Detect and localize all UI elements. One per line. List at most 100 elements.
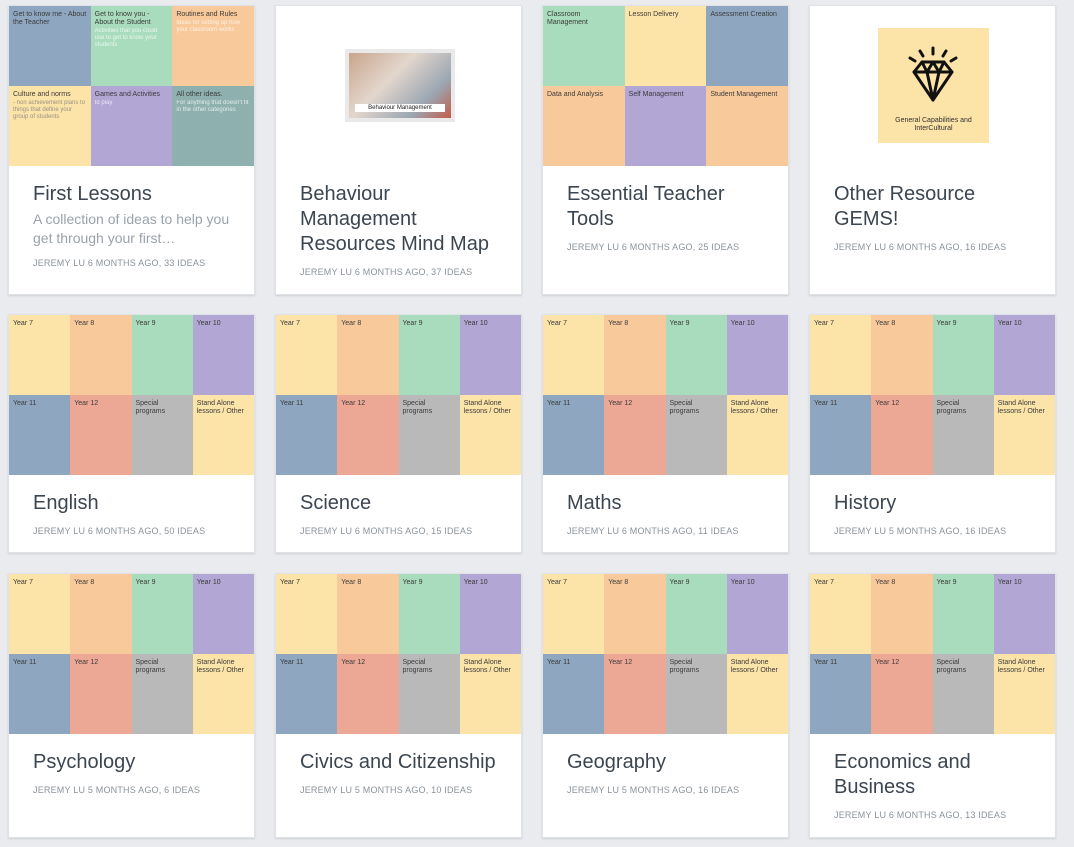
thumb-tile: Special programs (131, 654, 193, 734)
thumb-tile: Special programs (131, 395, 193, 475)
thumb-tile: Stand Alone lessons / Other (459, 395, 521, 475)
board-title: Psychology (33, 751, 136, 773)
board-meta: JEREMY LU 6 MONTHS AGO, 11 IDEAS (567, 526, 739, 536)
thumb-tile: Year 11 (9, 395, 71, 475)
board-card-science[interactable]: Year 7 Year 8 Year 9 Year 10 Year 11 Year 12 S… (275, 314, 522, 553)
board-meta: JEREMY LU 5 MONTHS AGO, 10 IDEAS (300, 785, 473, 795)
thumb-tile: Stand Alone lessons / Other (993, 395, 1055, 475)
board-title: Other Resource GEMS! (834, 183, 976, 230)
thumb-tile: Year 12 (337, 395, 399, 475)
thumb-tile: Year 12 (871, 395, 933, 475)
thumb-tile: Year 11 (810, 654, 872, 734)
thumb-tile: Data and Analysis (543, 86, 625, 166)
thumb-tile: Year 9 (131, 574, 193, 654)
thumb-tile: Year 9 (131, 315, 193, 395)
thumb-tile: Year 10 (459, 315, 521, 395)
thumb-tile: Year 7 (276, 315, 338, 395)
thumb-tile: Lesson Delivery (624, 6, 707, 86)
thumb-tile: Year 12 (337, 654, 399, 734)
thumb-tile: Year 8 (70, 315, 132, 395)
thumb-tile: Classroom Management (543, 6, 625, 86)
thumb-tile: Year 9 (932, 315, 994, 395)
board-meta: JEREMY LU 6 MONTHS AGO, 25 IDEAS (567, 242, 740, 252)
thumb-tile: Year 7 (810, 315, 872, 395)
board-title: Essential Teacher Tools (567, 183, 725, 230)
thumb-tile: Year 11 (810, 395, 872, 475)
thumb-tile: Year 8 (337, 315, 399, 395)
thumb-tile: Special programs (665, 395, 727, 475)
gems-image: General Capabilities and InterCultural (878, 28, 989, 143)
thumb-tile: Self Management (624, 86, 707, 166)
board-meta: JEREMY LU 6 MONTHS AGO, 37 IDEAS (300, 267, 473, 277)
board-card-maths[interactable]: Year 7 Year 8 Year 9 Year 10 Year 11 Year 12 S… (542, 314, 789, 553)
board-thumbnail: Year 7 Year 8 Year 9 Year 10 Year 11 Year 12 S… (276, 315, 521, 475)
thumb-tile: Year 12 (871, 654, 933, 734)
board-title: First Lessons (33, 183, 152, 205)
board-card-history[interactable]: Year 7 Year 8 Year 9 Year 10 Year 11 Year 12 S… (809, 314, 1056, 553)
thumb-tile: Year 9 (665, 574, 727, 654)
board-card-geography[interactable]: Year 7 Year 8 Year 9 Year 10 Year 11 Year 12 S… (542, 573, 789, 838)
board-description: A collection of ideas to help you get th… (33, 211, 230, 246)
thumb-tile: All other ideas. For anything that doesn'… (172, 86, 254, 166)
thumb-tile: Stand Alone lessons / Other (192, 654, 254, 734)
thumb-tile: Year 9 (932, 574, 994, 654)
board-card-essential-teacher-tools[interactable]: Classroom Management Lesson Delivery Ass… (542, 5, 789, 295)
thumb-tile: Year 9 (398, 574, 460, 654)
thumb-tile: Stand Alone lessons / Other (459, 654, 521, 734)
board-thumbnail: General Capabilities and InterCultural (810, 6, 1055, 166)
thumb-tile: Special programs (932, 654, 994, 734)
thumb-tile: Year 12 (70, 395, 132, 475)
board-thumbnail: Year 7 Year 8 Year 9 Year 10 Year 11 Year 12 S… (9, 315, 254, 475)
board-card-civics-and-citizenship[interactable]: Year 7 Year 8 Year 9 Year 10 Year 11 Year 12 S… (275, 573, 522, 838)
thumb-tile: Culture and norms - non achievement plans… (9, 86, 91, 166)
board-title: Civics and Citizenship (300, 751, 496, 773)
board-meta: JEREMY LU 5 MONTHS AGO, 6 IDEAS (33, 785, 201, 795)
board-meta: JEREMY LU 5 MONTHS AGO, 16 IDEAS (834, 526, 1007, 536)
board-card-psychology[interactable]: Year 7 Year 8 Year 9 Year 10 Year 11 Year 12 S… (8, 573, 255, 838)
thumb-tile: Year 7 (543, 574, 605, 654)
thumb-tile: Year 8 (871, 574, 933, 654)
board-card-first-lessons[interactable]: Get to know me - About the Teacher Get t… (8, 5, 255, 295)
thumb-tile: Year 9 (665, 315, 727, 395)
board-thumbnail: Classroom Management Lesson Delivery Ass… (543, 6, 788, 166)
board-meta: JEREMY LU 6 MONTHS AGO, 15 IDEAS (300, 526, 473, 536)
thumb-tile: Get to know me - About the Teacher (9, 6, 91, 86)
board-meta: JEREMY LU 5 MONTHS AGO, 16 IDEAS (567, 785, 740, 795)
thumb-tile: Year 10 (993, 574, 1055, 654)
board-thumbnail: Year 7 Year 8 Year 9 Year 10 Year 11 Year 12 S… (276, 574, 521, 734)
thumb-tile: Year 11 (276, 654, 338, 734)
board-title: English (33, 492, 99, 514)
thumb-tile: Routines and Rules Ideas for setting up h… (172, 6, 254, 86)
board-card-english[interactable]: Year 7 Year 8 Year 9 Year 10 Year 11 Year 12 S… (8, 314, 255, 553)
thumb-tile: Assessment Creation (706, 6, 788, 86)
thumb-tile: Games and Activities to play (90, 86, 173, 166)
diamond-icon (908, 46, 958, 102)
thumb-tile: Year 8 (604, 315, 666, 395)
thumb-tile: Year 10 (726, 574, 788, 654)
thumb-tile: Year 12 (70, 654, 132, 734)
thumb-tile: Stand Alone lessons / Other (192, 395, 254, 475)
board-thumbnail: Year 7 Year 8 Year 9 Year 10 Year 11 Year 12 S… (543, 574, 788, 734)
board-thumbnail: Year 7 Year 8 Year 9 Year 10 Year 11 Year 12 S… (543, 315, 788, 475)
thumb-tile: Stand Alone lessons / Other (726, 654, 788, 734)
thumb-tile: Get to know you - About the Student Activ… (90, 6, 173, 86)
board-thumbnail: Behaviour Management (276, 6, 521, 166)
thumb-tile: Year 10 (192, 574, 254, 654)
board-meta: JEREMY LU 6 MONTHS AGO, 13 IDEAS (834, 810, 1007, 820)
thumb-tile: Year 7 (9, 574, 71, 654)
thumb-tile: Special programs (665, 654, 727, 734)
thumb-tile: Year 10 (459, 574, 521, 654)
thumb-tile: Stand Alone lessons / Other (726, 395, 788, 475)
thumb-tile: Year 8 (70, 574, 132, 654)
board-meta: JEREMY LU 6 MONTHS AGO, 33 IDEAS (33, 258, 206, 268)
board-card-behaviour-management[interactable]: Behaviour Management Behaviour Managemen… (275, 5, 522, 295)
gems-caption: General Capabilities and InterCultural (895, 117, 972, 132)
thumb-tile: Special programs (932, 395, 994, 475)
board-thumbnail: Year 7 Year 8 Year 9 Year 10 Year 11 Year 12 S… (9, 574, 254, 734)
thumb-tile: Year 9 (398, 315, 460, 395)
board-card-economics-and-business[interactable]: Year 7 Year 8 Year 9 Year 10 Year 11 Year 12 S… (809, 573, 1056, 838)
board-meta: JEREMY LU 6 MONTHS AGO, 16 IDEAS (834, 242, 1007, 252)
thumb-tile: Year 7 (9, 315, 71, 395)
board-card-other-resource-gems[interactable]: General Capabilities and InterCultural O… (809, 5, 1056, 295)
thumb-tile: Special programs (398, 395, 460, 475)
